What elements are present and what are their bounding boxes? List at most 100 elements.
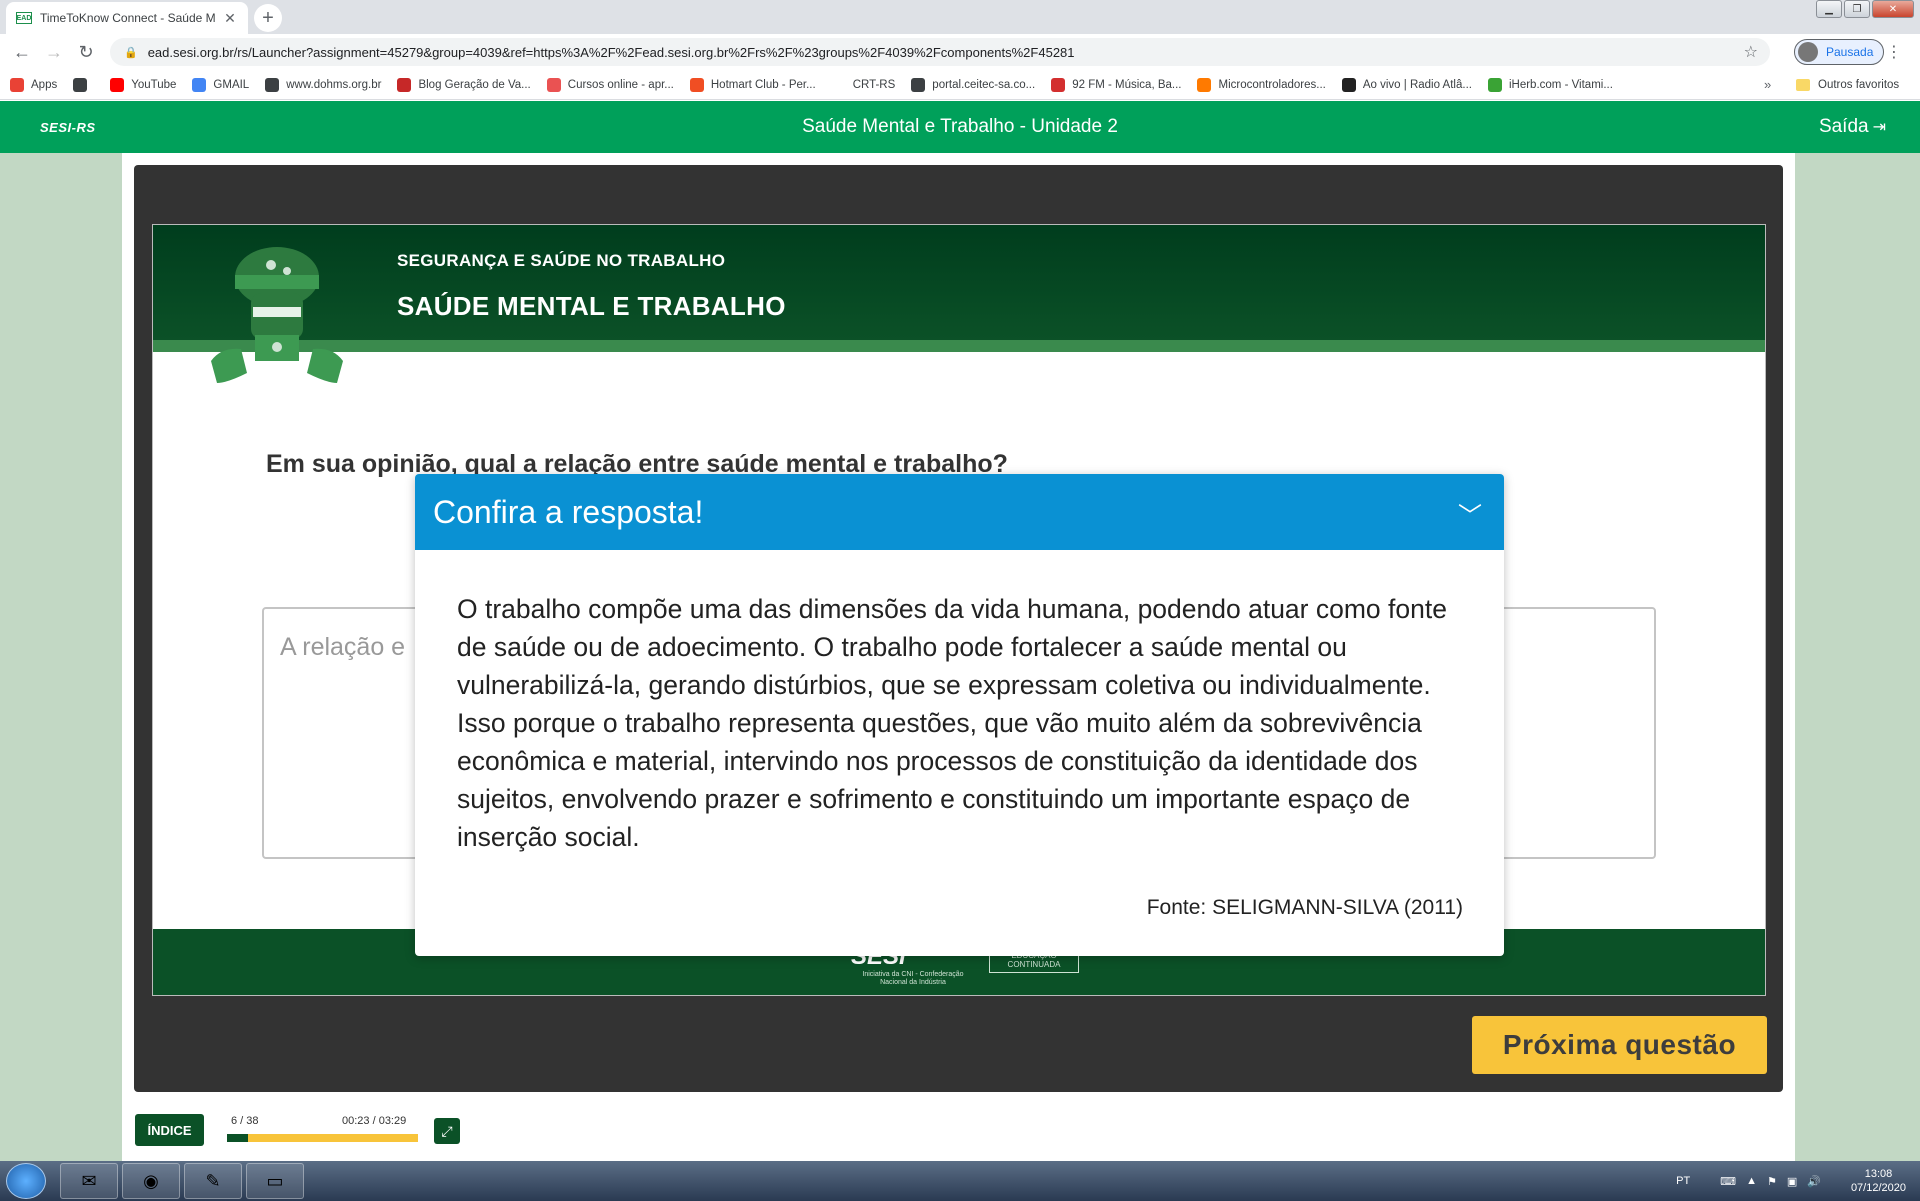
language-indicator[interactable]: PT — [1676, 1175, 1690, 1187]
bookmark-item[interactable]: 92 FM - Música, Ba... — [1051, 77, 1182, 92]
system-tray: PT ⌨ ▲ ⚑ ▣ 🔊 13:08 07/12/2020 — [1676, 1161, 1920, 1201]
bookmark-item[interactable]: iHerb.com - Vitami... — [1487, 77, 1613, 92]
fullscreen-expand-icon[interactable]: ⤢ — [434, 1118, 460, 1144]
browser-tab-strip: EAD TimeToKnow Connect - Saúde M ✕ + ▁ ❐… — [0, 0, 1920, 34]
next-question-button[interactable]: Próxima questão — [1472, 1016, 1767, 1074]
chevron-down-icon[interactable]: ﹀ — [1458, 496, 1482, 531]
bookmark-label: iHerb.com - Vitami... — [1508, 78, 1613, 91]
bookmarks-overflow-icon[interactable]: » — [1764, 77, 1771, 92]
exit-label: Saída — [1818, 116, 1869, 137]
other-bookmarks[interactable]: Outros favoritos — [1796, 78, 1900, 91]
google-icon — [192, 77, 207, 92]
bookmark-label: Apps — [31, 78, 58, 91]
forward-arrow-icon[interactable]: → — [38, 42, 70, 63]
window-controls: ▁ ❐ ✕ — [1816, 0, 1914, 18]
blogger-icon — [1197, 77, 1212, 92]
page-title: Saúde Mental e Trabalho - Unidade 2 — [802, 116, 1118, 137]
windows-start-button[interactable] — [6, 1163, 46, 1199]
bookmark-label: Microcontroladores... — [1218, 78, 1326, 91]
globe-icon — [265, 77, 280, 92]
new-tab-button[interactable]: + — [254, 4, 282, 32]
url-text: ead.sesi.org.br/rs/Launcher?assignment=4… — [147, 44, 1075, 60]
hotmart-icon — [689, 77, 704, 92]
flag-icon[interactable]: ⚑ — [1767, 1175, 1777, 1188]
avatar — [1798, 42, 1818, 62]
clock-time: 13:08 — [1864, 1168, 1893, 1180]
windows-taskbar: ✉ ◉ ✎ ▭ PT ⌨ ▲ ⚑ ▣ 🔊 13:08 07/12/2020 — [0, 1161, 1920, 1201]
chrome-taskbar-icon[interactable]: ◉ — [122, 1163, 180, 1199]
radio-icon — [1341, 77, 1356, 92]
globe-icon — [73, 77, 88, 92]
close-window-button[interactable]: ✕ — [1872, 0, 1914, 18]
bookmark-item[interactable]: Cursos online - apr... — [546, 77, 674, 92]
bookmark-label: 92 FM - Música, Ba... — [1072, 78, 1182, 91]
profile-button[interactable]: Pausada — [1794, 39, 1885, 65]
bookmark-label: YouTube — [131, 78, 177, 91]
bookmark-item[interactable]: portal.ceitec-sa.co... — [911, 77, 1036, 92]
ead-favicon-icon: EAD — [16, 12, 32, 24]
youtube-icon — [110, 77, 125, 92]
question-counter: 6 / 38 — [231, 1115, 259, 1127]
profile-label: Pausada — [1826, 45, 1874, 59]
banner-subtitle: SEGURANÇA E SAÚDE NO TRABALHO — [397, 251, 726, 270]
paint-taskbar-icon[interactable]: ✎ — [184, 1163, 242, 1199]
other-bookmarks-label: Outros favoritos — [1818, 78, 1900, 91]
maximize-button[interactable]: ❐ — [1844, 0, 1870, 18]
modal-body-text: O trabalho compõe uma das dimensões da v… — [457, 594, 1447, 852]
progress-fill — [227, 1134, 248, 1142]
bookmark-label: Cursos online - apr... — [567, 78, 674, 91]
udemy-icon — [546, 77, 561, 92]
browser-tab[interactable]: EAD TimeToKnow Connect - Saúde M ✕ — [6, 2, 248, 34]
bookmark-item[interactable]: YouTube — [110, 77, 177, 92]
bookmark-label: Blog Geração de Va... — [418, 78, 531, 91]
bookmark-label: GMAIL — [213, 78, 250, 91]
bookmark-label: portal.ceitec-sa.co... — [932, 78, 1036, 91]
volume-icon[interactable]: 🔊 — [1807, 1175, 1821, 1188]
reload-icon[interactable]: ↻ — [70, 42, 102, 63]
bookmark-label: CRT-RS — [852, 78, 896, 91]
blog-icon — [397, 77, 412, 92]
explorer-mail-icon[interactable]: ✉ — [60, 1163, 118, 1199]
bookmarks-bar: Apps YouTube GMAIL www.dohms.org.br Blog Ger… — [0, 70, 1920, 100]
index-button[interactable]: ÍNDICE — [135, 1114, 204, 1146]
bookmark-label: www.dohms.org.br — [286, 78, 382, 91]
bookmark-item[interactable]: GMAIL — [192, 77, 250, 92]
sesi-tagline: Iniciativa da CNI - Confederação Naciona… — [862, 971, 964, 986]
network-icon[interactable]: ▣ — [1787, 1175, 1797, 1188]
keyboard-icon[interactable]: ⌨ — [1720, 1175, 1736, 1188]
app-header: SESI-RS Saúde Mental e Trabalho - Unidad… — [0, 101, 1920, 153]
bookmark-item[interactable]: Ao vivo | Radio Atlâ... — [1341, 77, 1472, 92]
bookmark-item[interactable]: Apps — [10, 77, 58, 92]
bookmark-item[interactable]: CRT-RS — [831, 77, 896, 92]
bookmark-label: Hotmart Club - Per... — [710, 78, 816, 91]
banner-title: SAÚDE MENTAL E TRABALHO — [397, 291, 786, 321]
tray-expand-icon[interactable]: ▲ — [1746, 1175, 1757, 1187]
modal-source: Fonte: SELIGMANN-SILVA (2011) — [1146, 896, 1463, 919]
sesi-rs-logo: SESI-RS — [40, 119, 96, 135]
tab-close-icon[interactable]: ✕ — [222, 10, 238, 27]
answer-modal: Confira a resposta! ﹀ O trabalho compõe … — [415, 474, 1504, 956]
browser-toolbar: ← → ↻ 🔒 ead.sesi.org.br/rs/Launcher?assi… — [0, 34, 1920, 70]
blank-icon — [831, 77, 846, 92]
clock[interactable]: 13:08 07/12/2020 — [1851, 1167, 1906, 1195]
radio92-icon — [1051, 77, 1066, 92]
bookmark-item[interactable]: Hotmart Club - Per... — [689, 77, 816, 92]
exit-icon: ⇥ — [1872, 119, 1886, 136]
lock-icon: 🔒 — [124, 46, 138, 59]
exit-button[interactable]: Saída ⇥ — [1819, 116, 1886, 138]
modal-header[interactable]: Confira a resposta! ﹀ — [415, 474, 1504, 550]
bookmark-item[interactable]: www.dohms.org.br — [265, 77, 382, 92]
timer: 00:23 / 03:29 — [342, 1115, 407, 1127]
browser-menu-icon[interactable]: ⋮ — [1886, 42, 1902, 62]
bookmark-label: Ao vivo | Radio Atlâ... — [1362, 78, 1472, 91]
bookmark-item[interactable] — [73, 77, 94, 92]
minimize-button[interactable]: ▁ — [1816, 0, 1842, 18]
folder-taskbar-icon[interactable]: ▭ — [246, 1163, 304, 1199]
bookmark-item[interactable]: Blog Geração de Va... — [397, 77, 531, 92]
progress-bar — [227, 1134, 418, 1142]
bookmark-item[interactable]: Microcontroladores... — [1197, 77, 1326, 92]
bookmark-star-icon[interactable]: ☆ — [1744, 42, 1758, 62]
address-bar[interactable]: 🔒 ead.sesi.org.br/rs/Launcher?assignment… — [110, 38, 1770, 66]
back-arrow-icon[interactable]: ← — [6, 42, 38, 63]
clock-date: 07/12/2020 — [1850, 1182, 1906, 1194]
